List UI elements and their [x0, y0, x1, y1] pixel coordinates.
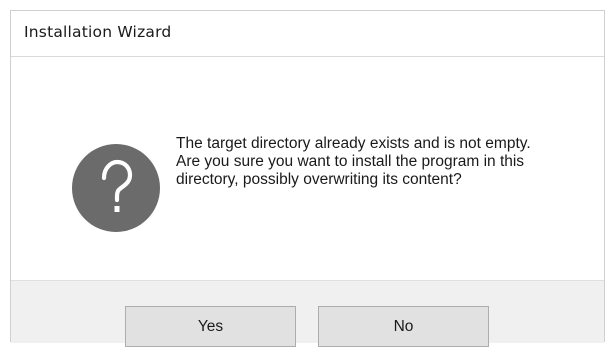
yes-button[interactable]: Yes: [125, 306, 296, 347]
dialog-content: The target directory already exists and …: [11, 57, 604, 280]
no-button[interactable]: No: [318, 306, 489, 347]
button-bar: Yes No: [11, 280, 604, 347]
installation-wizard-dialog: Installation Wizard The target directory…: [10, 10, 605, 347]
dialog-title: Installation Wizard: [11, 11, 604, 57]
question-icon: [72, 144, 160, 232]
dialog-message: The target directory already exists and …: [176, 135, 531, 188]
